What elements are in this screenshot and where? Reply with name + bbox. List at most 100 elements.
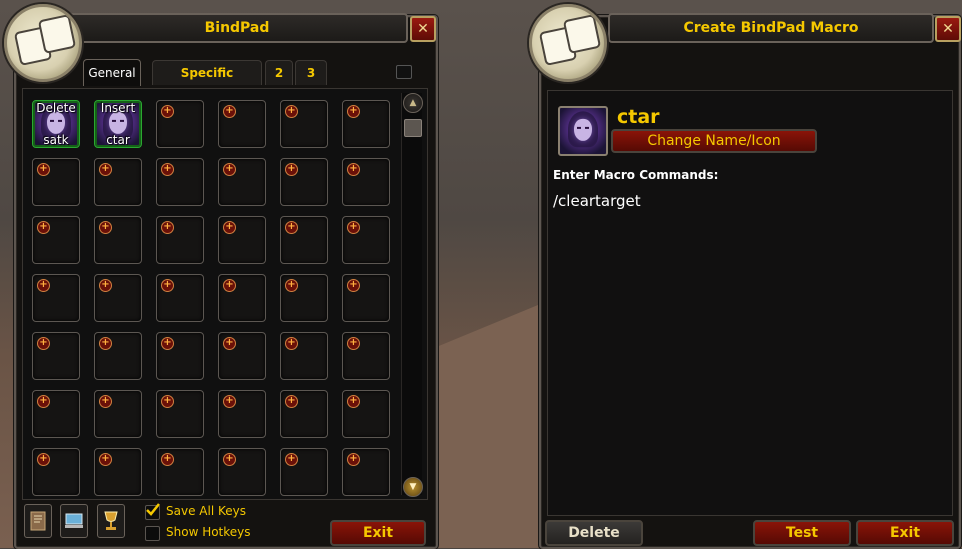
bindpad-slot-empty[interactable]: + xyxy=(32,216,80,264)
bindpad-slot-empty[interactable]: + xyxy=(342,274,390,322)
bindpad-slot-empty[interactable]: + xyxy=(32,158,80,206)
add-slot-icon: + xyxy=(99,337,112,350)
add-slot-icon: + xyxy=(37,453,50,466)
bindpad-slot-empty[interactable]: + xyxy=(94,332,142,380)
macro-name: ctar xyxy=(617,106,660,128)
show-hotkeys-checkbox[interactable] xyxy=(145,526,160,541)
add-slot-icon: + xyxy=(161,163,174,176)
bindpad-slot-empty[interactable]: + xyxy=(156,158,204,206)
bindpad-slot-empty[interactable]: + xyxy=(218,158,266,206)
shadow-priest-face xyxy=(109,111,127,134)
toggle-checkbox[interactable] xyxy=(396,65,412,79)
add-slot-icon: + xyxy=(99,453,112,466)
slot-macro-name: satk xyxy=(43,133,69,147)
bindpad-slot-filled[interactable]: Insert ctar xyxy=(94,100,142,148)
add-slot-icon: + xyxy=(285,279,298,292)
bindpad-title: BindPad xyxy=(66,13,408,43)
add-slot-icon: + xyxy=(161,221,174,234)
bindpad-slot-empty[interactable]: + xyxy=(342,158,390,206)
bindpad-slot-empty[interactable]: + xyxy=(280,448,328,496)
add-slot-icon: + xyxy=(285,105,298,118)
macro-commands-input[interactable] xyxy=(553,192,943,492)
show-hotkeys-label: Show Hotkeys xyxy=(166,525,251,539)
bindpad-slot-empty[interactable]: + xyxy=(280,390,328,438)
scroll-up-icon[interactable]: ▲ xyxy=(403,93,423,113)
shadow-priest-icon[interactable] xyxy=(558,106,608,156)
save-all-keys-checkbox[interactable] xyxy=(145,503,160,520)
slot-scrollbar[interactable]: ▲ ▼ xyxy=(401,93,423,497)
bindpad-keys-portrait-icon xyxy=(4,4,82,82)
scroll-thumb[interactable] xyxy=(404,119,422,137)
bindpad-exit-button[interactable]: Exit xyxy=(330,520,426,546)
slot-key-label: Insert xyxy=(100,101,136,115)
bindpad-slot-empty[interactable]: + xyxy=(156,390,204,438)
add-slot-icon: + xyxy=(223,105,236,118)
macro-exit-button[interactable]: Exit xyxy=(856,520,954,546)
bindpad-slot-empty[interactable]: + xyxy=(342,390,390,438)
bindpad-slot-empty[interactable]: + xyxy=(156,100,204,148)
shadow-priest-face xyxy=(47,111,65,134)
bindpad-slot-empty[interactable]: + xyxy=(218,216,266,264)
add-slot-icon: + xyxy=(99,279,112,292)
computer-icon[interactable] xyxy=(60,504,88,538)
bindpad-slot-empty[interactable]: + xyxy=(218,332,266,380)
bindpad-slot-empty[interactable]: + xyxy=(218,274,266,322)
add-slot-icon: + xyxy=(347,337,360,350)
tab-general[interactable]: General xyxy=(83,59,141,86)
add-slot-icon: + xyxy=(161,105,174,118)
save-all-keys-label: Save All Keys xyxy=(166,504,246,518)
add-slot-icon: + xyxy=(223,279,236,292)
chalice-icon[interactable] xyxy=(97,504,125,538)
bindpad-slot-empty[interactable]: + xyxy=(94,216,142,264)
bindpad-slot-empty[interactable]: + xyxy=(156,216,204,264)
add-slot-icon: + xyxy=(37,279,50,292)
bindpad-slot-empty[interactable]: + xyxy=(156,332,204,380)
add-slot-icon: + xyxy=(347,453,360,466)
add-slot-icon: + xyxy=(285,337,298,350)
bindpad-slot-empty[interactable]: + xyxy=(342,332,390,380)
scroll-down-icon[interactable]: ▼ xyxy=(403,477,423,497)
bindpad-slot-empty[interactable]: + xyxy=(94,390,142,438)
macro-delete-button[interactable]: Delete xyxy=(545,520,643,546)
add-slot-icon: + xyxy=(223,163,236,176)
bindpad-slot-empty[interactable]: + xyxy=(32,448,80,496)
add-slot-icon: + xyxy=(347,105,360,118)
bindpad-slot-filled[interactable]: Delete satk xyxy=(32,100,80,148)
bindpad-slot-empty[interactable]: + xyxy=(32,274,80,322)
bindpad-slot-empty[interactable]: + xyxy=(342,100,390,148)
bindpad-slot-empty[interactable]: + xyxy=(342,216,390,264)
macro-commands-label: Enter Macro Commands: xyxy=(553,168,719,182)
bindpad-close-button[interactable]: ✕ xyxy=(410,16,436,42)
tab-specific[interactable]: Specific xyxy=(152,60,262,85)
add-slot-icon: + xyxy=(223,337,236,350)
add-slot-icon: + xyxy=(285,163,298,176)
tab-2[interactable]: 2 xyxy=(265,60,293,85)
add-slot-icon: + xyxy=(347,279,360,292)
add-slot-icon: + xyxy=(285,453,298,466)
bindpad-slot-empty[interactable]: + xyxy=(280,158,328,206)
bindpad-slot-empty[interactable]: + xyxy=(156,448,204,496)
book-icon[interactable] xyxy=(24,504,52,538)
bindpad-slot-empty[interactable]: + xyxy=(156,274,204,322)
macro-test-button[interactable]: Test xyxy=(753,520,851,546)
change-name-icon-button[interactable]: Change Name/Icon xyxy=(611,129,817,153)
bindpad-slot-empty[interactable]: + xyxy=(218,390,266,438)
bindpad-slot-empty[interactable]: + xyxy=(280,274,328,322)
bindpad-slot-empty[interactable]: + xyxy=(280,216,328,264)
bindpad-slot-empty[interactable]: + xyxy=(32,390,80,438)
bindpad-slot-empty[interactable]: + xyxy=(280,332,328,380)
macro-close-button[interactable]: ✕ xyxy=(935,16,961,42)
bindpad-slot-empty[interactable]: + xyxy=(280,100,328,148)
bindpad-slot-empty[interactable]: + xyxy=(32,332,80,380)
bindpad-slot-empty[interactable]: + xyxy=(94,448,142,496)
add-slot-icon: + xyxy=(223,395,236,408)
bindpad-slot-empty[interactable]: + xyxy=(94,274,142,322)
bindpad-slot-empty[interactable]: + xyxy=(342,448,390,496)
slot-macro-name: ctar xyxy=(106,133,130,147)
add-slot-icon: + xyxy=(37,337,50,350)
add-slot-icon: + xyxy=(285,395,298,408)
bindpad-slot-empty[interactable]: + xyxy=(218,100,266,148)
bindpad-slot-empty[interactable]: + xyxy=(218,448,266,496)
bindpad-slot-empty[interactable]: + xyxy=(94,158,142,206)
tab-3[interactable]: 3 xyxy=(295,60,327,85)
